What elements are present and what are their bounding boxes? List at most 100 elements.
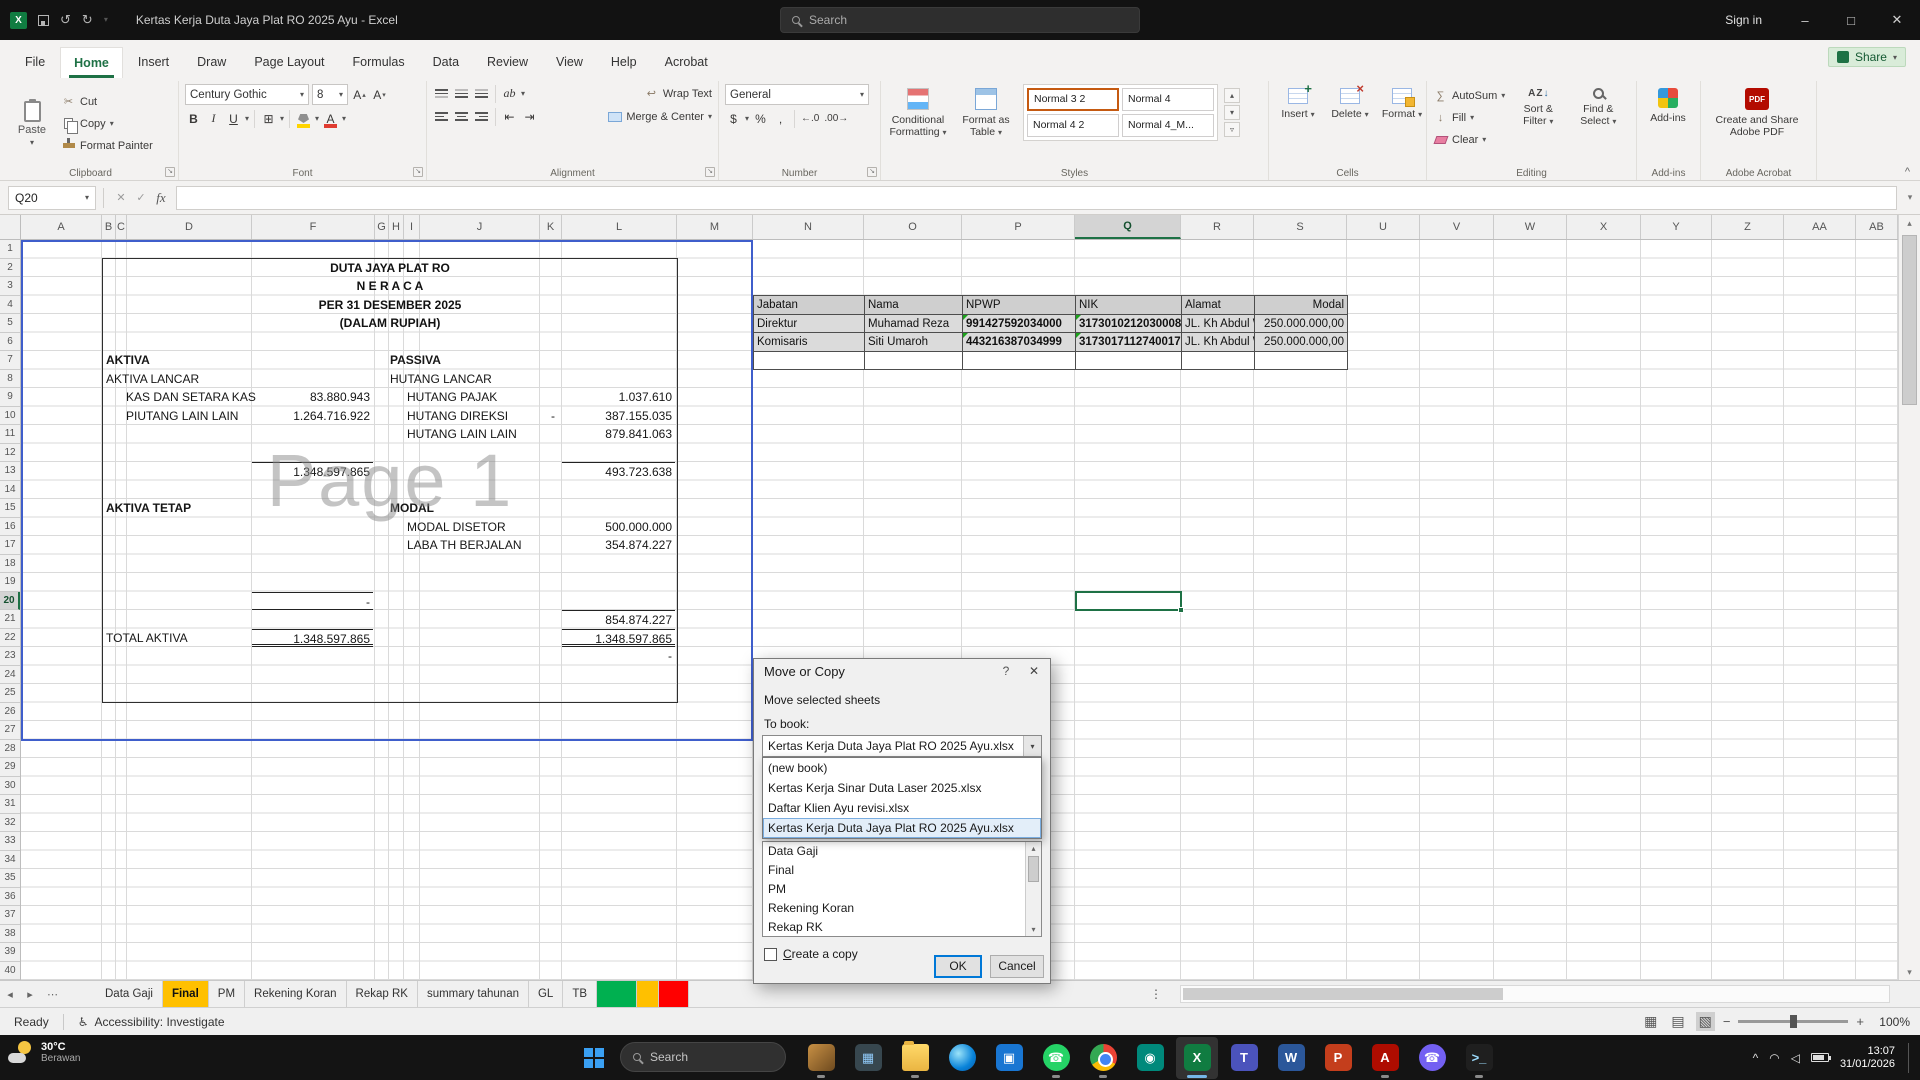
decrease-indent-icon[interactable]: ⇤ (501, 107, 518, 126)
sheet-option-rekap-rk[interactable]: Rekap RK (763, 918, 1025, 937)
delete-cells-button[interactable]: Delete ▾ (1327, 84, 1373, 163)
format-cells-button[interactable]: Format ▾ (1379, 84, 1425, 163)
org-header-cell[interactable]: Modal (1255, 296, 1348, 315)
align-center-icon[interactable] (453, 107, 470, 126)
column-header-L[interactable]: L (562, 215, 677, 239)
row-header-32[interactable]: 32 (0, 814, 20, 833)
volume-icon[interactable]: ◁ (1791, 1051, 1800, 1065)
taskbar-app-store[interactable]: ▣ (988, 1037, 1030, 1079)
style-option-normal-3-2[interactable]: Normal 3 2 (1027, 88, 1119, 111)
formula-input[interactable] (176, 186, 1897, 210)
row-header-26[interactable]: 26 (0, 703, 20, 722)
ribbon-tab-page-layout[interactable]: Page Layout (241, 47, 337, 78)
row-header-31[interactable]: 31 (0, 795, 20, 814)
find-select-button[interactable]: Find &Select ▾ (1571, 84, 1625, 163)
sheet-tab-summary-tahunan[interactable]: summary tahunan (418, 981, 529, 1007)
copy-button[interactable]: Copy▾ (61, 114, 153, 133)
sheet-tab-gl[interactable]: GL (529, 981, 563, 1007)
align-right-icon[interactable] (473, 107, 490, 126)
row-header-16[interactable]: 16 (0, 518, 20, 537)
column-header-W[interactable]: W (1494, 215, 1567, 239)
taskbar-app-viber[interactable]: ☎ (1411, 1037, 1453, 1079)
align-top-icon[interactable] (433, 84, 450, 103)
font-size-select[interactable]: 8▾ (312, 84, 348, 105)
enter-entry-icon[interactable]: ✓ (131, 191, 151, 204)
selected-cell[interactable] (1075, 591, 1182, 611)
zoom-out-icon[interactable]: − (1723, 1014, 1731, 1029)
row-header-24[interactable]: 24 (0, 666, 20, 685)
row-header-21[interactable]: 21 (0, 610, 20, 629)
undo-icon[interactable]: ↺ (60, 13, 71, 27)
zoom-in-icon[interactable]: + (1856, 1014, 1864, 1029)
create-pdf-button[interactable]: Create and ShareAdobe PDF (1707, 84, 1807, 163)
row-header-7[interactable]: 7 (0, 351, 20, 370)
row-header-38[interactable]: 38 (0, 925, 20, 944)
cut-button[interactable]: ✂Cut (61, 92, 153, 111)
dialog-close-icon[interactable]: ✕ (1026, 664, 1042, 678)
to-book-combobox[interactable]: Kertas Kerja Duta Jaya Plat RO 2025 Ayu.… (762, 735, 1042, 757)
tab-overflow-icon[interactable]: ⋮ (1150, 981, 1162, 1008)
create-copy-checkbox[interactable]: Create a copy (764, 947, 858, 961)
row-header-20[interactable]: 20 (0, 592, 20, 611)
titlebar-search[interactable]: Search (780, 7, 1140, 33)
column-header-AA[interactable]: AA (1784, 215, 1856, 239)
fill-handle[interactable] (1178, 607, 1184, 613)
increase-font-icon[interactable]: A▴ (351, 85, 368, 104)
align-middle-icon[interactable] (453, 84, 470, 103)
insert-function-icon[interactable]: fx (151, 190, 171, 206)
column-header-M[interactable]: M (677, 215, 753, 239)
row-header-35[interactable]: 35 (0, 869, 20, 888)
page-break-view-icon[interactable]: ▧ (1696, 1012, 1715, 1031)
format-as-table-button[interactable]: Format asTable ▾ (955, 84, 1017, 163)
ribbon-tab-home[interactable]: Home (60, 47, 123, 78)
minimize-button[interactable]: – (1782, 0, 1828, 40)
org-header-cell[interactable]: NIK (1076, 296, 1182, 315)
column-header-C[interactable]: C (116, 215, 127, 239)
column-header-Q[interactable]: Q (1075, 215, 1181, 239)
org-empty-cell[interactable] (1182, 352, 1255, 371)
row-header-29[interactable]: 29 (0, 758, 20, 777)
column-header-U[interactable]: U (1347, 215, 1420, 239)
row-header-4[interactable]: 4 (0, 296, 20, 315)
org-empty-cell[interactable] (1076, 352, 1182, 371)
column-header-S[interactable]: S (1254, 215, 1347, 239)
row-header-6[interactable]: 6 (0, 333, 20, 352)
share-button[interactable]: Share ▾ (1828, 47, 1906, 67)
sheet-list-scrollbar[interactable]: ▴ ▾ (1025, 842, 1041, 936)
org-cell[interactable]: Komisaris (754, 333, 865, 352)
sheet-tab-rekening-koran[interactable]: Rekening Koran (245, 981, 346, 1007)
org-empty-cell[interactable] (963, 352, 1076, 371)
clear-button[interactable]: Clear▾ (1433, 130, 1505, 149)
taskbar-app-chrome[interactable] (1082, 1037, 1124, 1079)
column-header-F[interactable]: F (252, 215, 375, 239)
row-header-8[interactable]: 8 (0, 370, 20, 389)
org-cell[interactable]: Direktur (754, 315, 865, 334)
autosum-button[interactable]: ∑AutoSum▾ (1433, 86, 1505, 105)
style-option-normal-4-2[interactable]: Normal 4 2 (1027, 114, 1119, 137)
sheet-option-pm[interactable]: PM (763, 880, 1025, 899)
row-header-13[interactable]: 13 (0, 462, 20, 481)
select-all-corner[interactable] (0, 215, 21, 240)
taskbar-app-meet[interactable]: ◉ (1129, 1037, 1171, 1079)
ribbon-tab-file[interactable]: File (12, 47, 58, 78)
fill-button[interactable]: ↓Fill▾ (1433, 108, 1505, 127)
paste-button[interactable]: Paste ▾ (9, 84, 55, 163)
ok-button[interactable]: OK (934, 955, 982, 978)
ribbon-tab-help[interactable]: Help (598, 47, 650, 78)
sheet-tab-rekap-rk[interactable]: Rekap RK (347, 981, 418, 1007)
zoom-slider-thumb[interactable] (1790, 1015, 1797, 1028)
row-header-9[interactable]: 9 (0, 388, 20, 407)
row-header-5[interactable]: 5 (0, 314, 20, 333)
taskbar-app-powerpoint[interactable]: P (1317, 1037, 1359, 1079)
column-header-I[interactable]: I (404, 215, 420, 239)
sheet-tab-colored-8[interactable] (597, 981, 637, 1007)
wifi-icon[interactable]: ◠ (1769, 1051, 1779, 1065)
column-header-Z[interactable]: Z (1712, 215, 1784, 239)
column-header-P[interactable]: P (962, 215, 1075, 239)
align-bottom-icon[interactable] (473, 84, 490, 103)
scroll-up-icon[interactable]: ▴ (1899, 215, 1920, 231)
zoom-level[interactable]: 100% (1872, 1015, 1910, 1029)
org-cell[interactable]: 3173017112740017 (1076, 333, 1182, 352)
gallery-more-icon[interactable]: ▿ (1224, 122, 1240, 137)
column-header-R[interactable]: R (1181, 215, 1254, 239)
